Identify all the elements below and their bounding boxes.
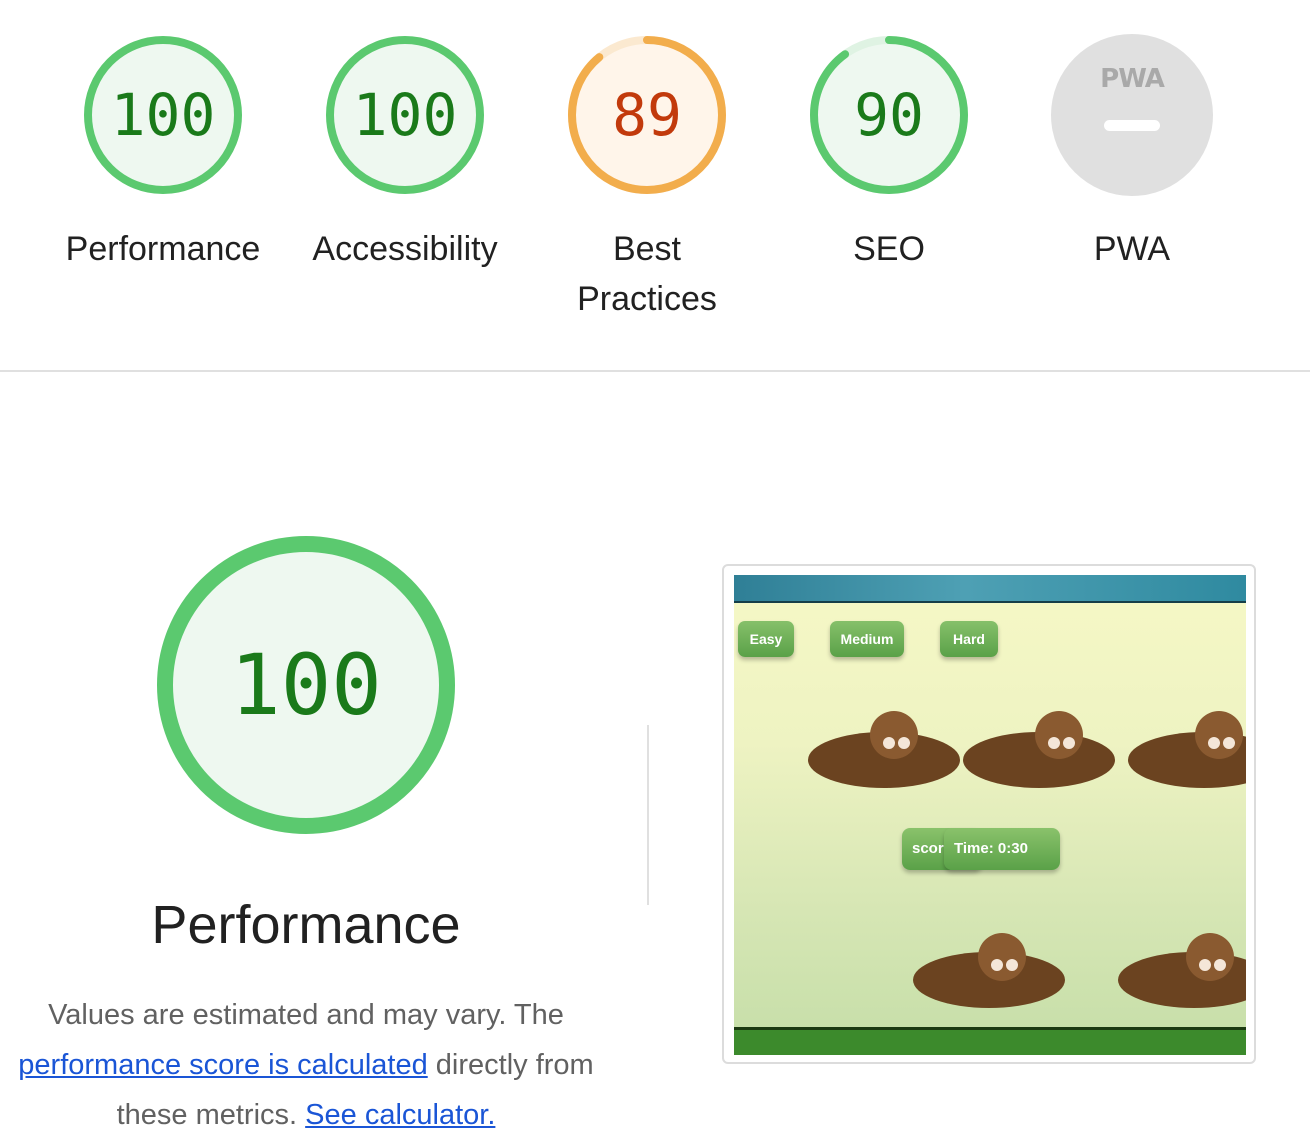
- gauge-performance-score: 100: [110, 81, 216, 149]
- gauge-best-practices-label: Best Practices: [577, 230, 717, 318]
- gauge-best-practices[interactable]: 89 Best Practices: [527, 34, 767, 324]
- pwa-logo-icon: PWA: [1100, 64, 1165, 94]
- gauge-pwa[interactable]: PWA PWA: [1012, 34, 1252, 274]
- gauge-accessibility-ring: 100: [324, 34, 486, 196]
- performance-description: Values are estimated and may vary. The p…: [0, 990, 612, 1140]
- pwa-dash-icon: [1104, 120, 1160, 131]
- gauge-seo-label: SEO: [853, 230, 925, 268]
- gauge-performance[interactable]: 100 Performance: [43, 34, 283, 274]
- gauge-pwa-ring: PWA: [1051, 34, 1213, 196]
- grass-border: [734, 1027, 1246, 1055]
- desc-text-1: Values are estimated and may vary. The: [48, 999, 564, 1031]
- gauge-seo[interactable]: 90 SEO: [769, 34, 1009, 274]
- gauge-performance-ring: 100: [82, 34, 244, 196]
- gauge-best-practices-score: 89: [612, 81, 682, 149]
- gauge-performance-label: Performance: [65, 230, 261, 268]
- gauge-best-practices-ring: 89: [566, 34, 728, 196]
- gauge-accessibility-label: Accessibility: [312, 230, 498, 268]
- performance-gauge-large: 100: [155, 534, 457, 836]
- final-screenshot[interactable]: Easy Medium Hard scor Time: 0:30: [722, 564, 1256, 1064]
- timer-display: Time: 0:30: [944, 828, 1060, 870]
- gauge-accessibility-score: 100: [352, 81, 458, 149]
- gauge-seo-ring: 90: [808, 34, 970, 196]
- vertical-divider: [647, 725, 649, 905]
- gauge-accessibility[interactable]: 100 Accessibility: [285, 34, 525, 274]
- gauge-pwa-label: PWA: [1093, 230, 1171, 268]
- see-calculator-link[interactable]: See calculator.: [305, 1099, 495, 1131]
- mole-holes-icon: [808, 711, 1246, 1008]
- gauge-seo-score: 90: [854, 81, 924, 149]
- game-screenshot: Easy Medium Hard scor Time: 0:30: [734, 575, 1246, 1055]
- performance-title: Performance: [151, 895, 461, 955]
- section-divider: [0, 370, 1310, 372]
- performance-score-large: 100: [230, 636, 382, 734]
- score-calculated-link[interactable]: performance score is calculated: [18, 1049, 427, 1081]
